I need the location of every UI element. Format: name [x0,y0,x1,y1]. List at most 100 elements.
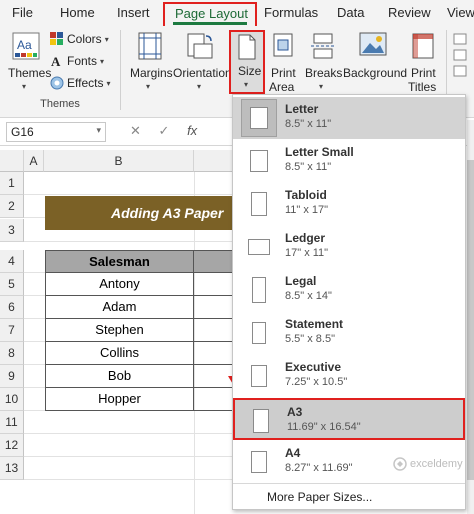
table-cell[interactable] [193,342,235,365]
paper-size-item-tabloid[interactable]: Tabloid 11" x 17" [233,183,465,225]
salesman-cell[interactable]: Antony [45,273,194,296]
row-header[interactable]: 2 [0,195,24,218]
paper-size-item-letter-small[interactable]: Letter Small 8.5" x 11" [233,140,465,182]
chevron-down-icon: ▾ [104,34,109,44]
effects-button[interactable]: Effects ▾ [50,76,110,90]
formula-controls: ✕ ✓ fx [130,123,197,139]
size-button[interactable]: Size ▾ [229,30,265,94]
sheet-title-cell[interactable]: Adding A3 Paper [45,196,235,230]
row-header[interactable]: 5 [0,273,24,296]
tab-formulas[interactable]: Formulas [264,5,318,20]
row-header[interactable]: 8 [0,342,24,365]
table-cell[interactable] [193,296,235,319]
paper-page-icon [250,107,268,129]
tab-home[interactable]: Home [60,5,95,20]
row-header[interactable]: 7 [0,319,24,342]
table-header-cell[interactable] [193,250,235,273]
salesman-cell[interactable]: Stephen [45,319,194,342]
column-header-a[interactable]: A [24,150,44,172]
row-header[interactable]: 13 [0,457,24,480]
paper-size-dimensions: 8.5" x 11" [285,118,332,130]
print-area-label-1: Print [271,66,296,80]
column-header-b[interactable]: B [44,150,194,172]
paper-size-name: Executive [285,360,342,374]
more-paper-sizes-item[interactable]: More Paper Sizes... [233,483,465,509]
paper-page-icon [250,150,268,172]
paper-size-item-executive[interactable]: Executive 7.25" x 10.5" [233,355,465,397]
row-header[interactable]: 11 [0,411,24,434]
paper-page-icon [251,365,267,387]
insert-function-icon[interactable]: fx [187,123,197,138]
tab-file[interactable]: File [12,5,33,20]
vertical-scrollbar[interactable] [467,120,474,514]
orientation-button[interactable]: Orientation ▾ [172,30,232,94]
tab-review[interactable]: Review [388,5,431,20]
row-header[interactable]: 1 [0,172,24,195]
column-header[interactable] [194,150,234,172]
row-header[interactable]: 10 [0,388,24,411]
paper-size-name: Legal [285,274,317,288]
paper-size-name: Tabloid [285,188,327,202]
row-header[interactable]: 3 [0,219,24,242]
salesman-cell[interactable]: Bob [45,365,194,388]
print-area-button[interactable]: Print Area [268,30,300,94]
paper-size-dimensions: 8.5" x 14" [285,290,332,302]
paper-size-name: Letter [285,102,319,116]
select-all-corner[interactable] [0,150,24,172]
row-header[interactable]: 4 [0,250,24,273]
paper-size-item-a3[interactable]: A3 11.69" x 16.54" [233,398,465,440]
chevron-down-icon: ▾ [22,82,27,91]
paper-size-item-ledger[interactable]: Ledger 17" x 11" [233,226,465,268]
print-titles-button[interactable]: Print Titles [406,30,440,94]
fonts-label: Fonts [67,54,98,68]
fonts-button[interactable]: A Fonts ▾ [50,54,104,68]
tab-view[interactable]: View [447,5,474,20]
grid-line [24,433,234,434]
breaks-button[interactable]: Breaks ▾ [304,30,342,94]
colors-button[interactable]: Colors ▾ [50,32,109,46]
page-size-icon [238,34,256,60]
active-tab-indicator [173,22,247,25]
row-header[interactable]: 6 [0,296,24,319]
background-button[interactable]: Background [342,30,408,94]
paper-page-icon [253,409,269,433]
background-image-icon [359,32,387,56]
salesman-cell[interactable]: Collins [45,342,194,365]
themes-button[interactable]: Aa Themes ▾ [6,30,51,94]
chevron-down-icon: ▾ [106,78,111,88]
name-box[interactable]: G16 ▾ [6,122,106,142]
grid-line [24,194,234,195]
paper-size-dimensions: 8.5" x 11" [285,161,332,173]
paper-size-dropdown: Letter 8.5" x 11" Letter Small 8.5" x 11" Ta… [232,94,466,510]
salesman-header-cell[interactable]: Salesman [45,250,194,273]
salesman-cell[interactable]: Adam [45,296,194,319]
grid-line [24,241,234,242]
ribbon-tab-bar: File Home Insert Page Layout Formulas Da… [0,0,474,26]
enter-icon[interactable]: ✓ [159,123,170,138]
size-label: Size [238,64,262,78]
background-label: Background [343,66,408,80]
paper-size-item-legal[interactable]: Legal 8.5" x 14" [233,269,465,311]
row-header[interactable]: 12 [0,434,24,457]
margins-button[interactable]: Margins ▾ [128,30,173,94]
print-titles-label-2: Titles [408,80,437,94]
table-cell[interactable] [193,273,235,296]
paper-size-name: Ledger [285,231,326,245]
tab-insert[interactable]: Insert [117,5,150,20]
orientation-label: Orientation [173,66,232,80]
salesman-cell[interactable]: Hopper [45,388,194,411]
themes-icon: Aa [12,32,40,60]
table-cell[interactable] [193,319,235,342]
launcher-icon[interactable] [452,32,468,102]
paper-size-dimensions: 5.5" x 8.5" [285,333,336,345]
tab-page-layout[interactable]: Page Layout [163,2,257,26]
row-header[interactable]: 9 [0,365,24,388]
scrollbar-thumb[interactable] [467,160,474,480]
paper-size-item-letter[interactable]: Letter 8.5" x 11" [233,97,465,139]
paper-size-name: Letter Small [285,145,354,159]
paper-size-item-statement[interactable]: Statement 5.5" x 8.5" [233,312,465,354]
cancel-icon[interactable]: ✕ [130,123,141,138]
table-cell[interactable] [193,388,235,411]
tab-data[interactable]: Data [337,5,364,20]
margins-label: Margins [130,66,173,80]
